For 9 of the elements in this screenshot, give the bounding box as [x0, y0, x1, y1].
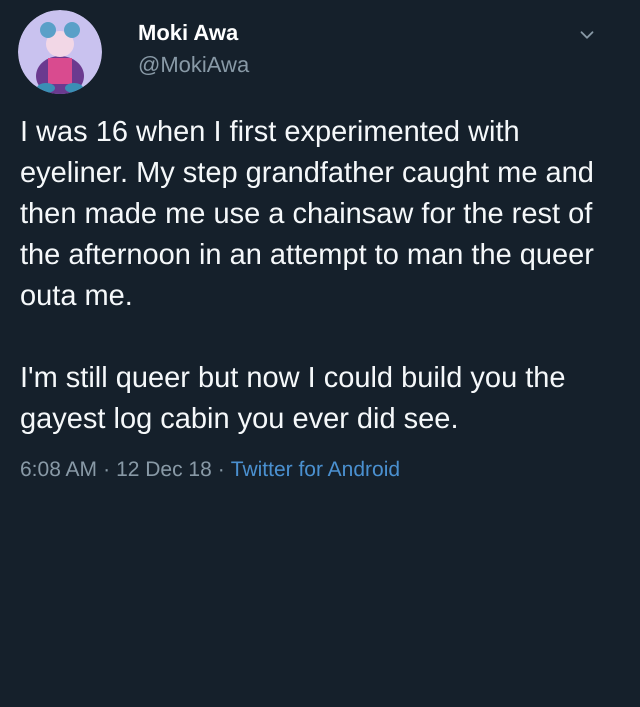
tweet-time: 6:08 AM [20, 457, 98, 483]
author-handle: @MokiAwa [138, 51, 250, 79]
source-link[interactable]: Twitter for Android [230, 454, 400, 486]
tweet-text: I was 16 when I first experimented with eyeliner. My step grandfather caught me and then made me use a chainsaw for the rest of the afternoon in an attempt to man the queer outa me. [20, 115, 595, 314]
tweet-date: 12 Dec 18 [116, 457, 212, 483]
author-name: Moki Awa [138, 19, 240, 47]
separator-dot: · [103, 457, 110, 483]
separator-dot: · [218, 457, 225, 483]
tweet-text: I'm still queer but now I could build you the gayest log cabin you ever did see. [20, 361, 567, 437]
